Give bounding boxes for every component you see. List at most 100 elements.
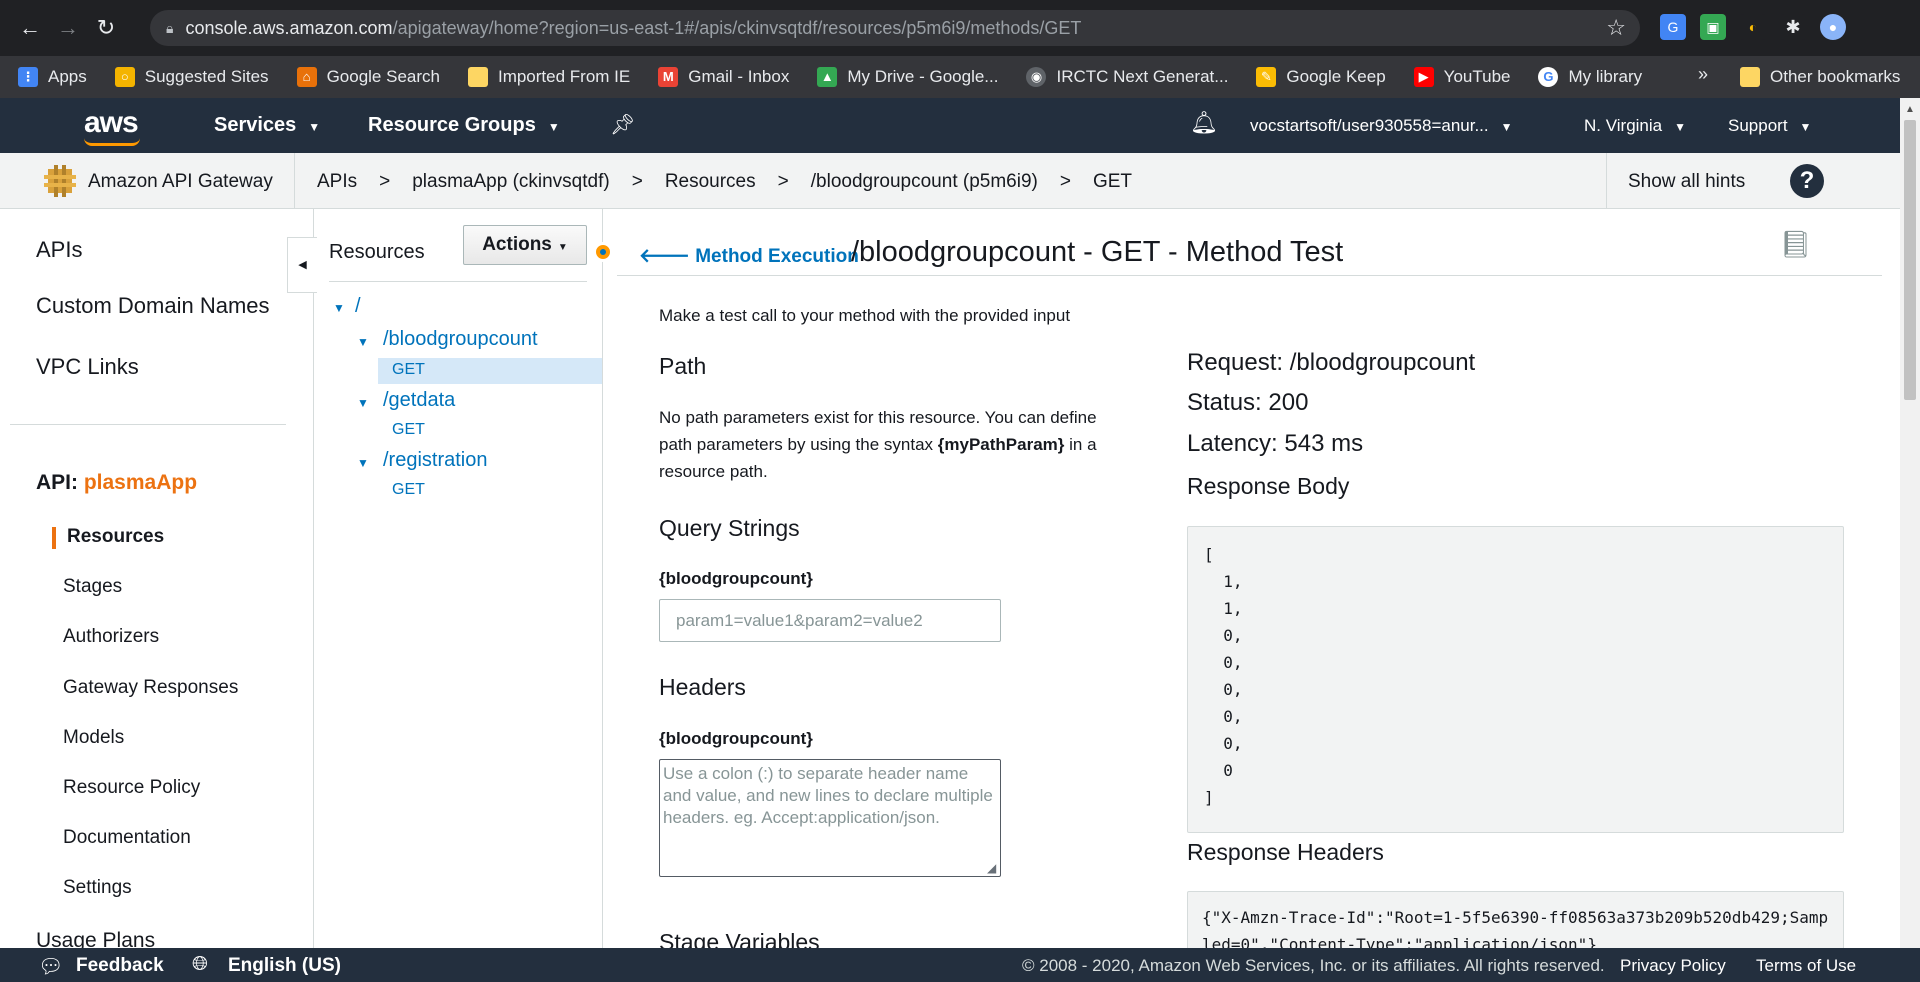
bookmark-label: Google Search (326, 67, 440, 86)
folder-icon (467, 67, 488, 87)
bell-icon[interactable]: 🔔︎ (1190, 110, 1218, 136)
bookmark-star-icon[interactable]: ☆ (1606, 15, 1626, 41)
headers-textarea[interactable] (659, 759, 1001, 877)
bookmark-label: Gmail - Inbox (688, 67, 790, 86)
book-icon[interactable]: 📘︎ (1779, 229, 1812, 260)
lock-icon: 🔒︎ (166, 19, 174, 36)
aws-smile-icon (84, 138, 140, 146)
tree-resource[interactable]: /registration (383, 449, 488, 472)
bookmark-my-library[interactable]: G My library (1538, 67, 1642, 87)
suggested-sites-icon: ○ (114, 67, 135, 87)
method-execution-link[interactable]: 🡐 Method Execution (639, 244, 859, 268)
services-menu[interactable]: Services ▼ (214, 114, 320, 137)
scroll-up-icon[interactable]: ▲ (1905, 104, 1915, 115)
bookmark-imported-from-ie[interactable]: Imported From IE (467, 67, 630, 87)
active-indicator (52, 527, 56, 549)
account-label: vocstartsoft/user930558=anur... (1250, 116, 1489, 135)
sidebar-item-usage-plans[interactable]: Usage Plans (36, 929, 155, 948)
translate-extension-icon[interactable]: G (1660, 14, 1686, 40)
bookmark-youtube[interactable]: ▶ YouTube (1413, 67, 1510, 87)
show-all-hints-button[interactable]: Show all hints (1628, 171, 1745, 193)
reload-icon[interactable]: ↻ (90, 12, 122, 44)
other-bookmarks-label: Other bookmarks (1770, 67, 1901, 86)
privacy-policy-link[interactable]: Privacy Policy (1620, 956, 1726, 976)
tree-resource[interactable]: /bloodgroupcount (383, 328, 538, 351)
pin-icon[interactable]: 📌︎ (610, 112, 635, 137)
profile-avatar-icon[interactable]: ● (1820, 14, 1846, 40)
expand-triangle-icon[interactable]: ▼ (357, 396, 369, 410)
service-name[interactable]: Amazon API Gateway (88, 171, 273, 193)
aws-top-nav: aws Services ▼ Resource Groups ▼ 📌︎ 🔔︎ voc… (0, 98, 1900, 153)
terms-of-use-link[interactable]: Terms of Use (1756, 956, 1856, 976)
breadcrumb-separator: > (631, 171, 643, 192)
collapse-sidebar-button[interactable]: ◀ (287, 237, 317, 293)
scrollbar-thumb[interactable] (1904, 120, 1916, 400)
tree-method[interactable]: GET (392, 361, 425, 379)
drive-icon: ▲ (817, 67, 838, 87)
sidebar-item-models[interactable]: Models (63, 727, 124, 749)
response-body-heading: Response Body (1187, 473, 1350, 499)
sidebar-item-custom-domain-names[interactable]: Custom Domain Names (36, 293, 270, 319)
expand-triangle-icon[interactable]: ▼ (357, 335, 369, 349)
color-extension-icon[interactable]: ◐ (1740, 14, 1766, 40)
sidebar-item-resource-policy[interactable]: Resource Policy (63, 777, 200, 799)
breadcrumb-apis[interactable]: APIs (317, 171, 357, 193)
aws-logo[interactable]: aws (84, 106, 139, 140)
bookmark-suggested-sites[interactable]: ○ Suggested Sites (114, 67, 269, 87)
breadcrumb-resources[interactable]: Resources (665, 171, 756, 193)
breadcrumb-api[interactable]: plasmaApp (ckinvsqtdf) (412, 171, 609, 193)
help-icon[interactable]: ? (1790, 164, 1824, 198)
tree-root[interactable]: / (355, 295, 361, 318)
sidebar-item-authorizers[interactable]: Authorizers (63, 626, 159, 648)
apps-grid-icon: ⋮ (18, 67, 38, 87)
sidebar-item-stages[interactable]: Stages (63, 576, 122, 598)
sidebar-item-documentation[interactable]: Documentation (63, 827, 191, 849)
expand-triangle-icon[interactable]: ▼ (357, 456, 369, 470)
region-menu[interactable]: N. Virginia ▼ (1584, 116, 1686, 136)
more-bookmarks-chevron[interactable]: » (1698, 64, 1708, 85)
bookmark-my-drive[interactable]: ▲ My Drive - Google... (817, 67, 998, 87)
breadcrumb-resource[interactable]: /bloodgroupcount (p5m6i9) (811, 171, 1038, 193)
puzzle-extensions-icon[interactable]: ✱ (1780, 14, 1806, 40)
other-bookmarks[interactable]: Other bookmarks (1740, 56, 1900, 98)
sidebar-item-apis[interactable]: APIs (36, 237, 82, 263)
bookmark-google-search[interactable]: ⌂ Google Search (296, 67, 440, 87)
actions-button[interactable]: Actions ▼ (463, 225, 587, 265)
forward-arrow-icon[interactable]: → (52, 12, 84, 44)
resource-groups-menu[interactable]: Resource Groups ▼ (368, 114, 560, 137)
tree-resource[interactable]: /getdata (383, 389, 455, 412)
youtube-icon: ▶ (1413, 67, 1434, 87)
path-param-syntax: {myPathParam} (937, 435, 1065, 454)
bookmark-gmail[interactable]: M Gmail - Inbox (658, 67, 789, 87)
account-menu[interactable]: vocstartsoft/user930558=anur... ▼ (1250, 116, 1513, 136)
image-extension-icon[interactable]: ▣ (1700, 14, 1726, 40)
method-test-pane: 🡐 Method Execution /bloodgroupcount - GE… (617, 209, 1900, 948)
bookmark-label: Google Keep (1286, 67, 1386, 86)
tree-method[interactable]: GET (392, 421, 425, 439)
sidebar-item-gateway-responses[interactable]: Gateway Responses (63, 677, 238, 699)
expand-triangle-icon[interactable]: ▼ (333, 301, 345, 315)
bookmark-label: Suggested Sites (144, 67, 269, 86)
sidebar-item-settings[interactable]: Settings (63, 877, 132, 899)
bookmark-irctc[interactable]: ◉ IRCTC Next Generat... (1026, 67, 1228, 87)
support-menu[interactable]: Support ▼ (1728, 116, 1811, 136)
response-body: [ 1, 1, 0, 0, 0, 0, 0, 0 ] (1187, 526, 1844, 833)
resize-grip-icon[interactable]: ◢ (987, 861, 996, 875)
query-string-input[interactable] (659, 599, 1001, 642)
page-scrollbar[interactable]: ▲ (1900, 98, 1920, 948)
tree-method[interactable]: GET (392, 481, 425, 499)
method-execution-label: Method Execution (695, 246, 859, 267)
language-selector[interactable]: English (US) (228, 955, 341, 977)
resource-tree-pane: Resources Actions ▼ ▼ / ▼ /bloodgroupcoun… (315, 209, 613, 948)
bookmark-apps[interactable]: ⋮ Apps (18, 67, 87, 87)
address-bar[interactable]: 🔒︎ console.aws.amazon.com/apigateway/hom… (150, 10, 1640, 46)
headers-label: {bloodgroupcount} (659, 729, 813, 748)
sidebar-item-resources[interactable]: Resources (67, 526, 164, 548)
feedback-link[interactable]: Feedback (76, 955, 164, 977)
sidebar-item-vpc-links[interactable]: VPC Links (36, 354, 139, 380)
hint-icon[interactable] (593, 242, 613, 262)
bookmark-label: My library (1568, 67, 1643, 86)
back-arrow-icon[interactable]: ← (14, 12, 46, 44)
bookmark-google-keep[interactable]: ✎ Google Keep (1256, 67, 1386, 87)
current-api-label[interactable]: API: plasmaApp (36, 471, 197, 495)
